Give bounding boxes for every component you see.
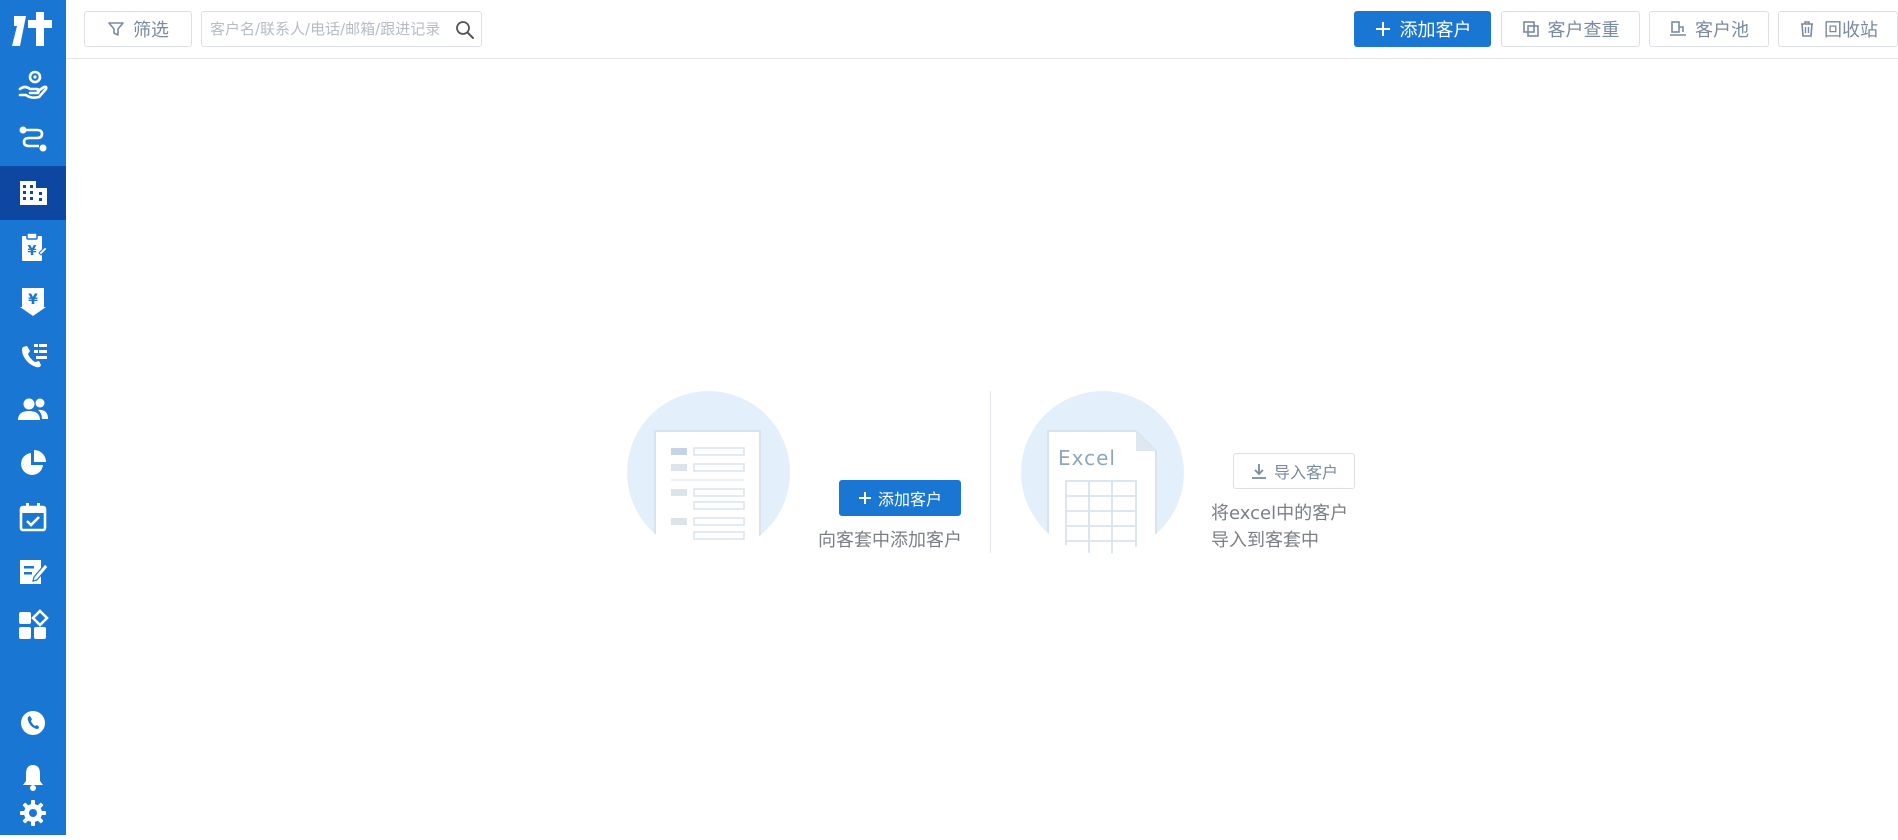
excel-illustration: Excel (1021, 391, 1184, 554)
recycle-bin-label: 回收站 (1824, 20, 1878, 41)
sidebar-item-process[interactable] (0, 112, 66, 166)
customer-pool-button[interactable]: 客户池 (1649, 11, 1769, 47)
building-icon (20, 181, 47, 205)
plus-icon (858, 492, 871, 504)
sidebar-item-customers[interactable] (0, 166, 66, 220)
sidebar-item-deals[interactable] (0, 58, 66, 112)
route-icon (19, 126, 47, 152)
apps-icon (19, 609, 49, 639)
pool-icon (1670, 21, 1686, 36)
add-customer-description: 向客套中添加客户 (818, 530, 962, 551)
download-icon (1251, 464, 1266, 479)
sidebar-item-notes[interactable] (0, 544, 66, 598)
gear-icon (20, 800, 46, 826)
search-icon[interactable] (455, 20, 475, 40)
toolbar: 筛选 添加客户 客户查重 客户池 回收站 (66, 0, 1898, 59)
filter-label: 筛选 (133, 20, 169, 41)
excel-illustration-text: Excel (1058, 446, 1116, 470)
trash-icon (1801, 21, 1813, 37)
filter-icon (108, 22, 124, 36)
app-logo-icon[interactable] (10, 6, 56, 52)
edit-note-icon (20, 560, 49, 584)
users-icon (18, 398, 48, 420)
sidebar-item-contacts[interactable] (0, 382, 66, 436)
sidebar-item-phone[interactable] (0, 696, 66, 750)
sidebar: ¥ ¥ (0, 0, 66, 835)
sidebar-item-payments[interactable]: ¥ (0, 274, 66, 328)
empty-add-customer-label: 添加客户 (877, 490, 942, 509)
plus-icon (1375, 22, 1390, 36)
yen-download-icon: ¥ (20, 288, 46, 316)
filter-button[interactable]: 筛选 (84, 11, 192, 47)
form-illustration (627, 391, 790, 554)
phone-list-icon (22, 344, 47, 368)
svg-text:¥: ¥ (27, 244, 36, 259)
dedupe-label: 客户查重 (1547, 20, 1620, 41)
recycle-bin-button[interactable]: 回收站 (1778, 11, 1898, 47)
hand-coin-icon (18, 70, 48, 99)
pie-chart-icon (21, 450, 46, 475)
import-description-line1: 将excel中的客户 (1211, 503, 1349, 524)
phone-circle-icon (21, 711, 45, 735)
sidebar-item-tasks[interactable] (0, 490, 66, 544)
svg-text:¥: ¥ (28, 292, 38, 308)
excel-file-icon: Excel (1047, 430, 1157, 554)
calendar-check-icon (19, 503, 47, 532)
import-description-line2: 导入到客套中 (1211, 530, 1319, 551)
import-customer-button[interactable]: 导入客户 (1233, 453, 1355, 489)
add-customer-label: 添加客户 (1399, 20, 1472, 41)
dedupe-button[interactable]: 客户查重 (1501, 11, 1640, 47)
sidebar-item-settings[interactable] (0, 786, 66, 840)
form-document-icon (654, 430, 761, 554)
search-box (201, 11, 482, 47)
clipboard-yen-icon: ¥ (22, 232, 48, 261)
sidebar-item-apps[interactable] (0, 598, 66, 652)
customer-pool-label: 客户池 (1695, 20, 1749, 41)
copy-icon (1522, 21, 1539, 37)
search-input[interactable] (202, 12, 447, 46)
import-customer-label: 导入客户 (1273, 463, 1338, 482)
sidebar-item-reports[interactable] (0, 436, 66, 490)
empty-add-customer-button[interactable]: 添加客户 (839, 480, 961, 516)
sidebar-item-contracts[interactable]: ¥ (0, 220, 66, 274)
sidebar-item-calls[interactable] (0, 328, 66, 382)
add-customer-button[interactable]: 添加客户 (1354, 11, 1491, 47)
divider (990, 391, 991, 553)
